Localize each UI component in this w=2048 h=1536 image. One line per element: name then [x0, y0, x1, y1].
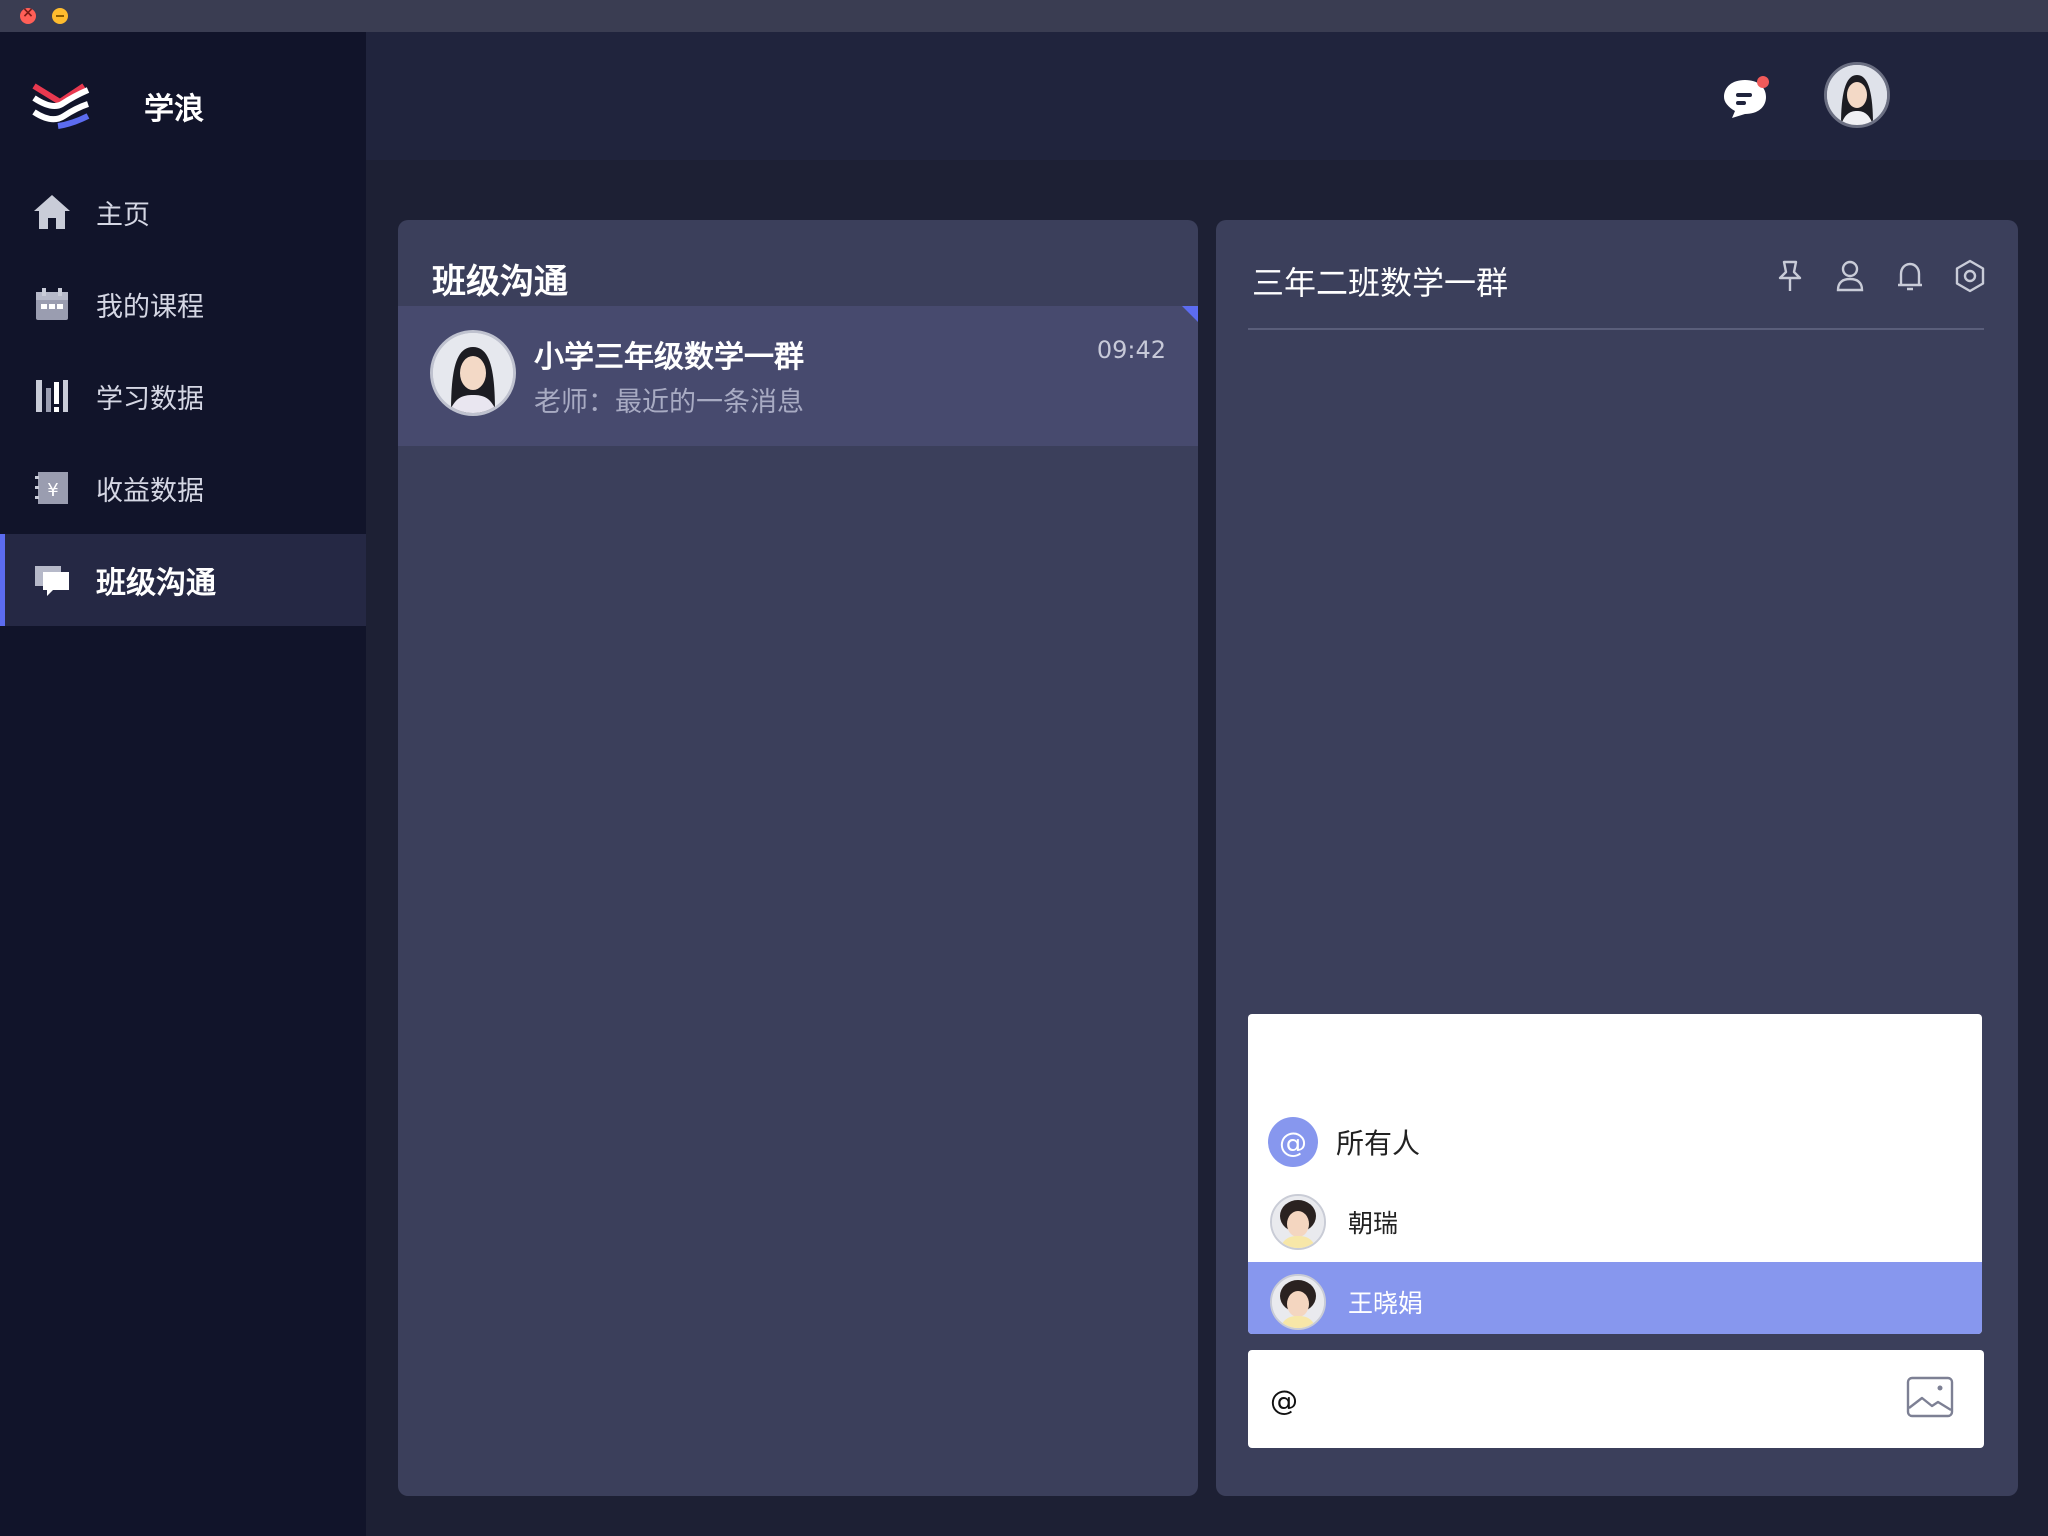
avatar-portrait-icon — [1272, 1196, 1324, 1248]
app-logo-icon — [32, 83, 90, 129]
svg-text:¥: ¥ — [47, 480, 58, 501]
sidebar-item-class-chat[interactable]: 班级沟通 — [0, 534, 366, 626]
chat-icon — [32, 560, 72, 600]
top-bar — [366, 32, 2048, 160]
conversation-panel-title: 班级沟通 — [432, 262, 568, 302]
conversation-last-message: 老师：最近的一条消息 — [534, 387, 804, 418]
app-name: 学浪 — [144, 92, 204, 127]
chat-toolbar — [1772, 258, 1988, 294]
pin-icon[interactable] — [1772, 258, 1808, 294]
member-name: 王晓娟 — [1348, 1289, 1424, 1318]
user-avatar[interactable] — [1824, 62, 1890, 128]
chat-panel: 三年二班数学一群 @ 所有人 朝瑞 王晓娟 @ — [1216, 220, 2018, 1496]
conversation-time: 09:42 — [1096, 336, 1166, 364]
mention-all-option[interactable]: @ 所有人 — [1248, 1102, 1982, 1182]
member-avatar — [1270, 1274, 1326, 1330]
avatar-portrait-icon — [1827, 65, 1887, 125]
avatar-portrait-icon — [1272, 1276, 1324, 1328]
sidebar-item-label: 我的课程 — [96, 291, 204, 323]
home-icon — [32, 192, 72, 232]
sidebar-item-label: 收益数据 — [96, 475, 204, 507]
chat-header-divider — [1248, 328, 1984, 330]
window-titlebar — [0, 0, 2048, 32]
notification-dot — [1757, 76, 1769, 88]
sidebar-item-study-data[interactable]: 学习数据 — [0, 350, 366, 442]
message-input-box — [1248, 1350, 1984, 1448]
sidebar-item-label: 学习数据 — [96, 383, 204, 415]
conversation-avatar — [430, 330, 516, 416]
message-input[interactable] — [1270, 1380, 1870, 1420]
window-close-button[interactable] — [20, 5, 36, 24]
sidebar-item-courses[interactable]: 我的课程 — [0, 258, 366, 350]
calendar-icon — [32, 284, 72, 324]
conversation-item[interactable]: 小学三年级数学一群 老师：最近的一条消息 09:42 — [398, 306, 1198, 446]
messages-button[interactable] — [1720, 74, 1770, 122]
image-upload-button[interactable] — [1906, 1376, 1954, 1418]
yuan-icon: ¥ — [32, 468, 72, 508]
sidebar-item-home[interactable]: 主页 — [0, 166, 366, 258]
member-name: 朝瑞 — [1348, 1209, 1399, 1238]
image-icon — [1906, 1376, 1954, 1418]
mention-all-label: 所有人 — [1336, 1127, 1421, 1160]
sidebar-item-label: 班级沟通 — [96, 566, 216, 601]
settings-icon[interactable] — [1952, 258, 1988, 294]
chat-title: 三年二班数学一群 — [1252, 264, 1509, 302]
avatar-portrait-icon — [433, 333, 513, 413]
member-avatar — [1270, 1194, 1326, 1250]
selected-corner-marker — [1182, 306, 1198, 322]
window-minimize-button[interactable] — [52, 8, 68, 24]
sidebar-item-label: 主页 — [96, 199, 150, 231]
conversation-name: 小学三年级数学一群 — [534, 340, 804, 375]
bell-icon[interactable] — [1892, 258, 1928, 294]
mention-popup: @ 所有人 朝瑞 王晓娟 — [1248, 1014, 1982, 1334]
conversation-panel: 班级沟通 小学三年级数学一群 老师：最近的一条消息 09:42 — [398, 220, 1198, 1496]
member-icon[interactable] — [1832, 258, 1868, 294]
mention-member-option-highlighted[interactable]: 王晓娟 — [1248, 1262, 1982, 1334]
bar-chart-icon — [32, 376, 72, 416]
mention-member-option[interactable]: 朝瑞 — [1248, 1182, 1982, 1262]
message-bubble-icon — [1724, 76, 1769, 118]
at-icon: @ — [1268, 1117, 1318, 1167]
sidebar: 学浪 主页 我的课程 学习数据 ¥ 收益数据 班级沟通 — [0, 32, 366, 1536]
brand: 学浪 — [32, 76, 204, 136]
sidebar-item-income-data[interactable]: ¥ 收益数据 — [0, 442, 366, 534]
